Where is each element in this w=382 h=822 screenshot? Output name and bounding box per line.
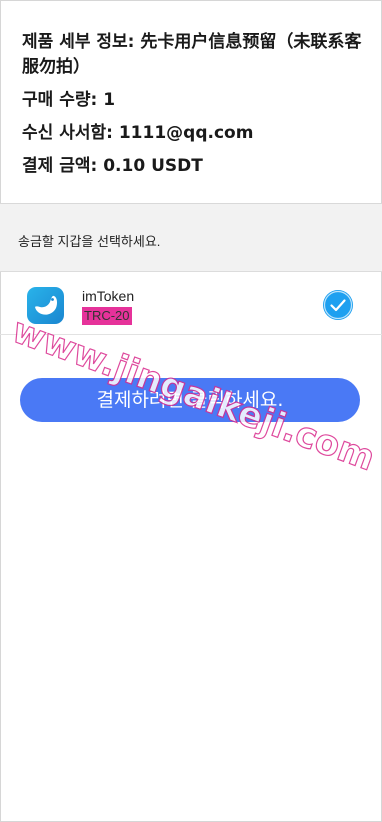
wallet-option-imtoken[interactable]: imToken TRC-20 xyxy=(0,273,382,335)
quantity-value: 1 xyxy=(103,90,116,110)
product-label: 제품 세부 정보: xyxy=(22,32,135,52)
amount-detail: 결제 금액: 0.10 USDT xyxy=(22,154,372,179)
email-label: 수신 사서함: xyxy=(22,123,113,143)
selected-check-icon[interactable] xyxy=(323,290,353,320)
email-detail: 수신 사서함: 1111@qq.com xyxy=(22,121,372,146)
quantity-detail: 구매 수량: 1 xyxy=(22,88,372,113)
wallet-prompt-text: 송금할 지갑을 선택하세요. xyxy=(18,234,161,249)
pay-button[interactable]: 결제하려면 클릭하세요. xyxy=(20,378,360,422)
product-detail: 제품 세부 정보: 先卡用户信息预留（未联系客服勿拍） xyxy=(22,30,372,80)
wallet-prompt-section: 송금할 지갑을 선택하세요. xyxy=(0,204,382,272)
order-details: 제품 세부 정보: 先卡用户信息预留（未联系客服勿拍） 구매 수량: 1 수신 … xyxy=(22,30,372,187)
quantity-label: 구매 수량: xyxy=(22,90,98,110)
wallet-network-badge: TRC-20 xyxy=(82,307,132,325)
amount-label: 결제 금액: xyxy=(22,156,98,176)
amount-value: 0.10 USDT xyxy=(103,156,203,176)
wallet-name: imToken xyxy=(82,288,135,304)
email-value: 1111@qq.com xyxy=(118,123,254,143)
imtoken-logo-icon xyxy=(27,287,64,324)
